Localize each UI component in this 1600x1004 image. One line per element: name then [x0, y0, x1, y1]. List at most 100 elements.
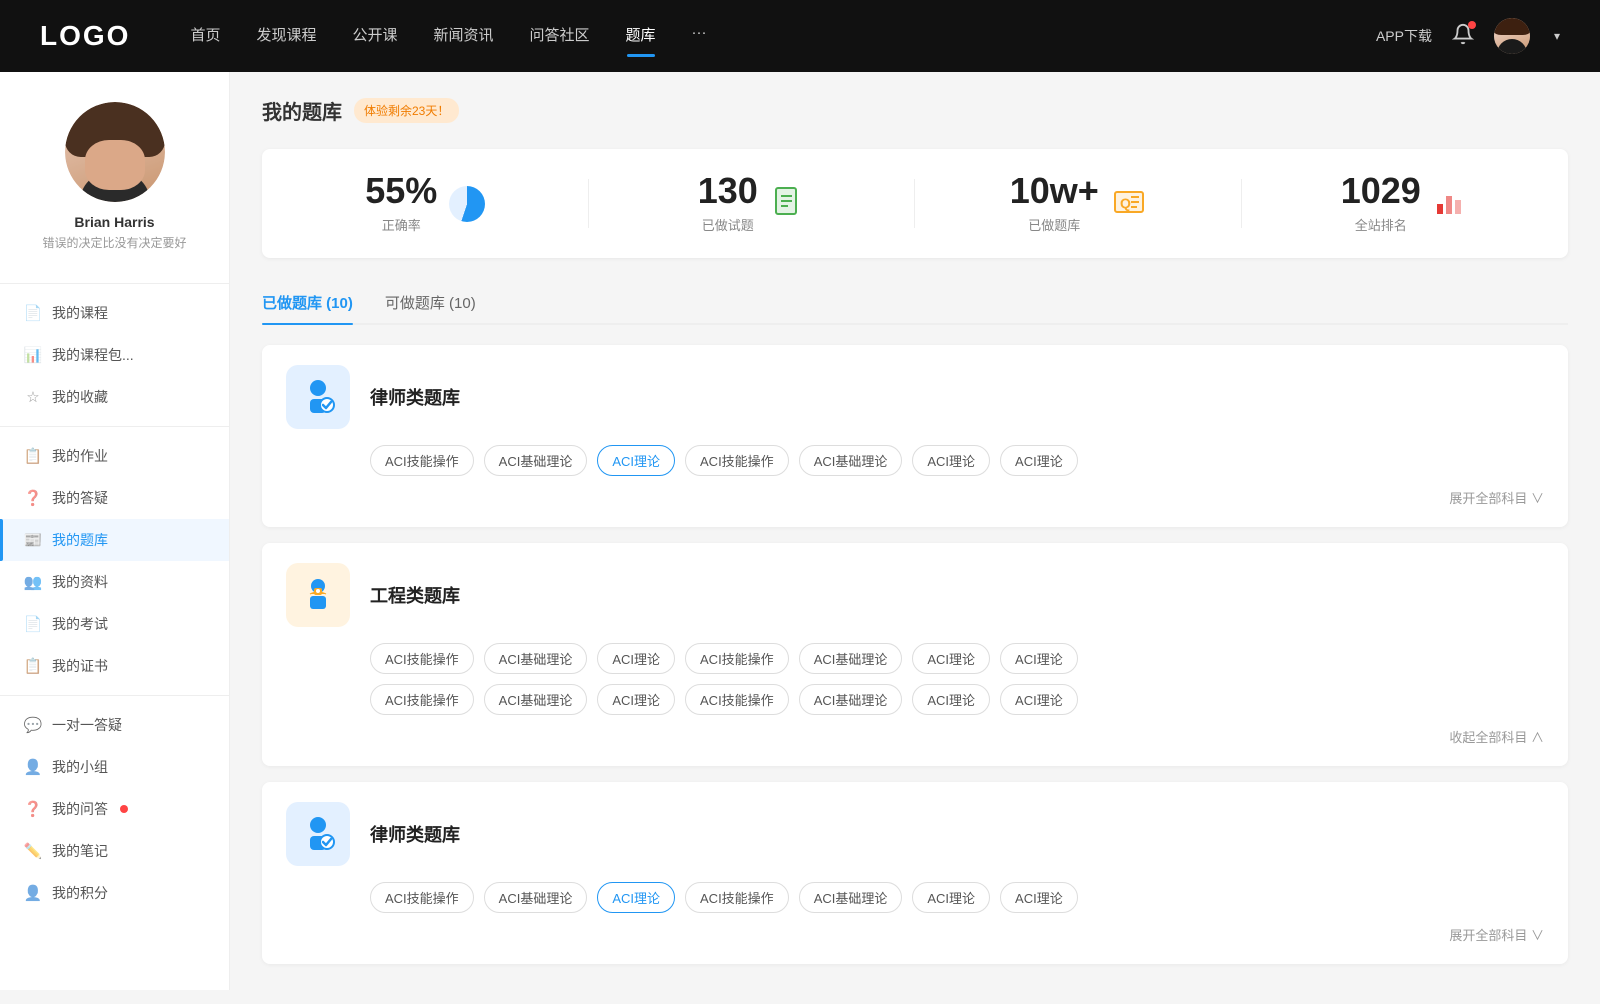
nav-more[interactable]: ···	[692, 24, 707, 49]
nav-discover[interactable]: 发现课程	[256, 24, 316, 49]
qb-tag[interactable]: ACI基础理论	[799, 445, 903, 476]
qb-tag-active[interactable]: ACI理论	[597, 882, 675, 913]
qb-tag-active[interactable]: ACI理论	[597, 445, 675, 476]
qb-tags-lawyer-1: ACI技能操作 ACI基础理论 ACI理论 ACI技能操作 ACI基础理论 AC…	[286, 445, 1544, 476]
nav-qa[interactable]: 问答社区	[530, 24, 590, 49]
sidebar-divider-3	[0, 695, 229, 696]
sidebar-item-my-exam[interactable]: 📄 我的考试	[0, 603, 229, 645]
app-download-button[interactable]: APP下载	[1376, 26, 1432, 46]
sidebar-label-my-favorites: 我的收藏	[52, 387, 108, 407]
qb-section-lawyer-2: 律师类题库 ACI技能操作 ACI基础理论 ACI理论 ACI技能操作 ACI基…	[262, 782, 1568, 964]
stat-ranking-label: 全站排名	[1341, 215, 1421, 234]
doc-icon	[770, 186, 806, 222]
sidebar-item-my-group[interactable]: 👤 我的小组	[0, 746, 229, 788]
qb-tag[interactable]: ACI基础理论	[799, 643, 903, 674]
stat-accuracy-value: 55%	[365, 173, 437, 209]
main-header: LOGO 首页 发现课程 公开课 新闻资讯 问答社区 题库 ··· APP下载 …	[0, 0, 1600, 72]
qb-tag[interactable]: ACI基础理论	[799, 684, 903, 715]
qb-tag[interactable]: ACI理论	[912, 643, 990, 674]
course-icon: 📄	[24, 304, 42, 322]
sidebar-label-one-on-one: 一对一答疑	[52, 715, 122, 735]
sidebar-item-my-course[interactable]: 📄 我的课程	[0, 292, 229, 334]
qb-section-lawyer-1: 律师类题库 ACI技能操作 ACI基础理论 ACI理论 ACI技能操作 ACI基…	[262, 345, 1568, 527]
one-on-one-icon: 💬	[24, 716, 42, 734]
sidebar-item-my-material[interactable]: 👥 我的资料	[0, 561, 229, 603]
qb-tag[interactable]: ACI理论	[597, 643, 675, 674]
qb-expand-lawyer-2[interactable]: 展开全部科目 ∨	[286, 925, 1544, 944]
qb-tag[interactable]: ACI理论	[1000, 882, 1078, 913]
sidebar-item-my-qa[interactable]: ❓ 我的答疑	[0, 477, 229, 519]
qb-tag[interactable]: ACI理论	[912, 445, 990, 476]
sidebar-avatar	[65, 102, 165, 202]
qb-title-lawyer-2: 律师类题库	[370, 821, 460, 847]
tab-done-banks[interactable]: 已做题库 (10)	[262, 282, 353, 323]
sidebar-item-my-question-bank[interactable]: 📰 我的题库	[0, 519, 229, 561]
qb-tag[interactable]: ACI技能操作	[370, 445, 474, 476]
nav-home[interactable]: 首页	[190, 24, 220, 49]
stat-done-banks-label: 已做题库	[1010, 215, 1099, 234]
sidebar-item-my-favorites[interactable]: ☆ 我的收藏	[0, 376, 229, 418]
stat-done-banks: 10w+ 已做题库 Q	[915, 173, 1242, 234]
sidebar-label-my-exam: 我的考试	[52, 614, 108, 634]
sidebar-item-my-points[interactable]: 👤 我的积分	[0, 872, 229, 914]
sidebar-item-my-notes[interactable]: ✏️ 我的笔记	[0, 830, 229, 872]
qb-tag[interactable]: ACI技能操作	[685, 684, 789, 715]
qb-tag[interactable]: ACI理论	[597, 684, 675, 715]
sidebar-divider-2	[0, 426, 229, 427]
qb-tag[interactable]: ACI理论	[912, 684, 990, 715]
sidebar-label-my-cert: 我的证书	[52, 656, 108, 676]
qb-tag[interactable]: ACI理论	[1000, 445, 1078, 476]
tab-todo-banks[interactable]: 可做题库 (10)	[385, 282, 476, 323]
stat-accuracy: 55% 正确率	[262, 173, 589, 234]
avatar[interactable]	[1494, 18, 1530, 54]
stat-done-questions: 130 已做试题	[589, 173, 916, 234]
notification-bell-button[interactable]	[1452, 23, 1474, 50]
logo[interactable]: LOGO	[40, 20, 130, 52]
favorites-icon: ☆	[24, 388, 42, 406]
course-pack-icon: 📊	[24, 346, 42, 364]
qb-tag[interactable]: ACI基础理论	[484, 445, 588, 476]
question-bank-icon: 📰	[24, 531, 42, 549]
sidebar-item-one-on-one[interactable]: 💬 一对一答疑	[0, 704, 229, 746]
nav-open-course[interactable]: 公开课	[352, 24, 397, 49]
qb-expand-engineer[interactable]: 收起全部科目 ∧	[286, 727, 1544, 746]
exam-icon: 📄	[24, 615, 42, 633]
sidebar-item-my-questions[interactable]: ❓ 我的问答	[0, 788, 229, 830]
ranking-bar-icon	[1433, 186, 1469, 222]
nav-news[interactable]: 新闻资讯	[434, 24, 494, 49]
qb-title-lawyer-1: 律师类题库	[370, 384, 460, 410]
qb-tag[interactable]: ACI理论	[1000, 684, 1078, 715]
avatar-face	[65, 102, 165, 202]
sidebar-label-my-points: 我的积分	[52, 883, 108, 903]
qb-tag[interactable]: ACI技能操作	[685, 643, 789, 674]
user-menu-chevron[interactable]: ▾	[1554, 29, 1560, 43]
nav-question-bank[interactable]: 题库	[626, 24, 656, 49]
qb-tag[interactable]: ACI基础理论	[484, 643, 588, 674]
qb-tag[interactable]: ACI基础理论	[484, 882, 588, 913]
qb-tag[interactable]: ACI技能操作	[370, 643, 474, 674]
qb-expand-lawyer-1[interactable]: 展开全部科目 ∨	[286, 488, 1544, 507]
qb-tag[interactable]: ACI技能操作	[685, 882, 789, 913]
qb-tag[interactable]: ACI基础理论	[799, 882, 903, 913]
notification-dot	[1468, 21, 1476, 29]
svg-text:Q: Q	[1120, 195, 1131, 211]
accuracy-pie-icon	[449, 186, 485, 222]
qb-tag[interactable]: ACI理论	[912, 882, 990, 913]
sidebar-item-my-cert[interactable]: 📋 我的证书	[0, 645, 229, 687]
stat-done-questions-label: 已做试题	[698, 215, 758, 234]
sidebar-username: Brian Harris	[20, 214, 209, 230]
qb-tag[interactable]: ACI技能操作	[370, 684, 474, 715]
sidebar-label-my-notes: 我的笔记	[52, 841, 108, 861]
qb-tag[interactable]: ACI技能操作	[685, 445, 789, 476]
stat-done-banks-value: 10w+	[1010, 173, 1099, 209]
trial-badge: 体验剩余23天！	[354, 98, 459, 123]
qb-tag[interactable]: ACI基础理论	[484, 684, 588, 715]
qb-title-engineer: 工程类题库	[370, 582, 460, 608]
sidebar: Brian Harris 错误的决定比没有决定要好 📄 我的课程 📊 我的课程包…	[0, 72, 230, 990]
main-content: 我的题库 体验剩余23天！ 55% 正确率 130 已做试题	[230, 72, 1600, 1004]
sidebar-item-my-course-pack[interactable]: 📊 我的课程包...	[0, 334, 229, 376]
qb-tag[interactable]: ACI理论	[1000, 643, 1078, 674]
qb-tag[interactable]: ACI技能操作	[370, 882, 474, 913]
sidebar-item-my-homework[interactable]: 📋 我的作业	[0, 435, 229, 477]
sidebar-label-my-group: 我的小组	[52, 757, 108, 777]
